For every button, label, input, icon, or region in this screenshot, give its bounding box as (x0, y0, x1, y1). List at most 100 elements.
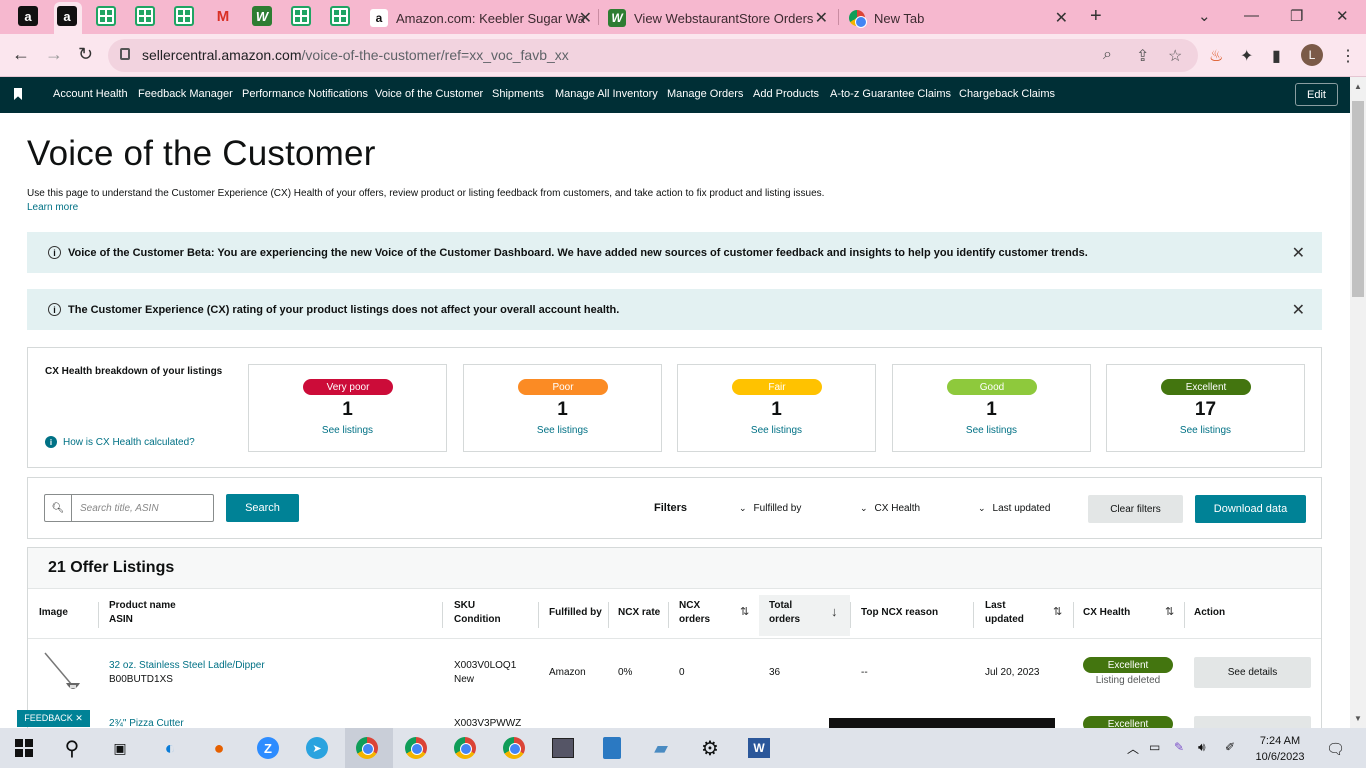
settings-gear-icon[interactable]: ⚙ (698, 736, 722, 760)
close-tab-icon[interactable]: ✕ (815, 8, 828, 28)
sort-icon[interactable]: ⇅ (740, 605, 749, 618)
tab-new-tab[interactable]: New Tab ✕ (848, 4, 1068, 32)
page-scrollbar[interactable]: ▲ ▼ (1350, 77, 1366, 728)
close-tab-icon[interactable]: ✕ (1055, 8, 1068, 28)
menu-kebab-icon[interactable]: ⋮ (1340, 46, 1356, 66)
scrollbar-thumb[interactable] (1352, 101, 1364, 297)
amazon-tab-icon[interactable]: a (18, 6, 38, 26)
close-icon[interactable]: ✕ (1292, 243, 1305, 263)
close-window-icon[interactable]: ✕ (1336, 7, 1349, 25)
amazon-seller-tab-icon[interactable]: a (57, 6, 77, 26)
minimize-icon[interactable]: — (1244, 7, 1259, 24)
nav-voice-of-customer[interactable]: Voice of the Customer (375, 88, 483, 100)
zoom-icon[interactable]: ⌕ (1103, 46, 1112, 64)
taskbar-clock[interactable]: 7:24 AM 10/6/2023 (1252, 733, 1308, 765)
task-view-icon[interactable]: ▣ (108, 736, 132, 760)
download-data-button[interactable]: Download data (1195, 495, 1306, 523)
clear-filters-button[interactable]: Clear filters (1088, 495, 1183, 523)
notifications-icon[interactable]: 🗨︎ (1326, 740, 1345, 758)
col-cx-health[interactable]: CX Health (1083, 606, 1130, 620)
chrome-icon[interactable] (502, 736, 526, 760)
tray-chevron-up-icon[interactable]: ︿ (1127, 740, 1139, 757)
product-name-link[interactable]: 32 oz. Stainless Steel Ladle/Dipper (109, 659, 265, 673)
search-button[interactable]: Search (226, 494, 299, 522)
address-bar[interactable]: sellercentral.amazon.com/voice-of-the-cu… (108, 39, 1198, 72)
bookmark-icon[interactable] (14, 88, 22, 100)
sort-icon[interactable]: ⇅ (1053, 605, 1062, 618)
profile-avatar[interactable]: L (1301, 44, 1323, 66)
nav-performance-notifications[interactable]: Performance Notifications (242, 88, 368, 100)
sheets-tab-icon[interactable] (96, 6, 116, 26)
how-cx-calculated-link[interactable]: i How is CX Health calculated? (45, 436, 195, 448)
tab-webstaurant-orders[interactable]: W View WebstaurantStore Orders ✕ (608, 4, 828, 32)
last-updated-dropdown[interactable]: ⌄ Last updated (978, 503, 1050, 514)
battery-icon[interactable]: ▭ (1149, 740, 1160, 754)
tab-search-chevron-icon[interactable]: ⌄ (1198, 7, 1211, 25)
nav-feedback-manager[interactable]: Feedback Manager (138, 88, 233, 100)
see-listings-link[interactable]: See listings (249, 425, 446, 436)
side-panel-icon[interactable]: ▮ (1272, 46, 1281, 66)
col-fulfilled-by[interactable]: Fulfilled by (549, 606, 602, 620)
nav-chargeback-claims[interactable]: Chargeback Claims (959, 88, 1055, 100)
notes-icon[interactable]: ▰ (649, 736, 673, 760)
volume-icon[interactable]: 🔊︎ (1198, 740, 1206, 755)
webstaurant-tab-icon[interactable]: W (252, 6, 272, 26)
see-details-button[interactable]: See details (1194, 657, 1311, 688)
bookmark-star-icon[interactable]: ☆ (1168, 46, 1182, 66)
calculator-icon[interactable] (600, 736, 624, 760)
extensions-puzzle-icon[interactable]: ✦ (1240, 46, 1253, 66)
network-icon[interactable]: ✐ (1225, 740, 1235, 754)
learn-more-link[interactable]: Learn more (27, 202, 78, 213)
chrome-icon[interactable] (355, 736, 379, 760)
sort-descending-icon[interactable]: ↓ (831, 604, 838, 619)
back-arrow-icon[interactable]: ← (12, 44, 30, 65)
col-ncx-rate[interactable]: NCX rate (618, 606, 660, 620)
sheets-tab-icon[interactable] (135, 6, 155, 26)
search-input[interactable] (73, 495, 211, 521)
scroll-up-icon[interactable]: ▲ (1354, 82, 1362, 91)
pen-icon[interactable]: ✎ (1174, 740, 1184, 754)
zoom-app-icon[interactable]: Z (256, 736, 280, 760)
telegram-icon[interactable]: ➤ (305, 736, 329, 760)
sheets-tab-icon[interactable] (174, 6, 194, 26)
new-tab-plus-icon[interactable]: + (1090, 5, 1102, 28)
edge-icon[interactable]: ◐ (158, 736, 182, 760)
chrome-icon[interactable] (404, 736, 428, 760)
nav-manage-all-inventory[interactable]: Manage All Inventory (555, 88, 658, 100)
col-product-name[interactable]: Product name ASIN (109, 599, 176, 627)
tab-amazon-keebler[interactable]: a Amazon.com: Keebler Sugar Wa (370, 4, 592, 32)
fulfilled-by-dropdown[interactable]: ⌄ Fulfilled by (739, 503, 801, 514)
nav-account-health[interactable]: Account Health (53, 88, 128, 100)
edit-nav-button[interactable]: Edit (1295, 83, 1338, 106)
sort-icon[interactable]: ⇅ (1165, 605, 1174, 618)
col-last-updated[interactable]: Last updated (985, 599, 1024, 627)
see-listings-link[interactable]: See listings (678, 425, 875, 436)
sheets-tab-icon[interactable] (291, 6, 311, 26)
see-listings-link[interactable]: See listings (893, 425, 1090, 436)
col-total-orders[interactable]: Total orders (769, 599, 800, 627)
forward-arrow-icon[interactable]: → (45, 44, 63, 65)
extension-fire-icon[interactable]: ♨ (1209, 46, 1223, 66)
cx-health-dropdown[interactable]: ⌄ CX Health (860, 503, 920, 514)
firefox-icon[interactable]: ● (207, 736, 231, 760)
feedback-tab[interactable]: FEEDBACK ✕ (17, 710, 90, 727)
scroll-down-icon[interactable]: ▼ (1354, 714, 1362, 723)
restore-icon[interactable]: ❐ (1290, 7, 1303, 25)
chrome-icon[interactable] (453, 736, 477, 760)
close-icon[interactable]: ✕ (1292, 300, 1305, 320)
word-icon[interactable]: W (747, 736, 771, 760)
nav-manage-orders[interactable]: Manage Orders (667, 88, 743, 100)
image-viewer-icon[interactable] (551, 736, 575, 760)
search-icon[interactable]: ⚲ (60, 736, 84, 760)
col-ncx-orders[interactable]: NCX orders (679, 599, 710, 627)
col-sku[interactable]: SKU Condition (454, 599, 501, 627)
windows-start-icon[interactable] (12, 736, 36, 760)
see-listings-link[interactable]: See listings (464, 425, 661, 436)
nav-atoz-claims[interactable]: A-to-z Guarantee Claims (830, 88, 951, 100)
see-listings-link[interactable]: See listings (1107, 425, 1304, 436)
nav-add-products[interactable]: Add Products (753, 88, 819, 100)
share-icon[interactable]: ⇪ (1136, 46, 1149, 66)
sheets-tab-icon[interactable] (330, 6, 350, 26)
reload-icon[interactable]: ↻ (78, 44, 93, 65)
col-top-ncx-reason[interactable]: Top NCX reason (861, 606, 938, 620)
